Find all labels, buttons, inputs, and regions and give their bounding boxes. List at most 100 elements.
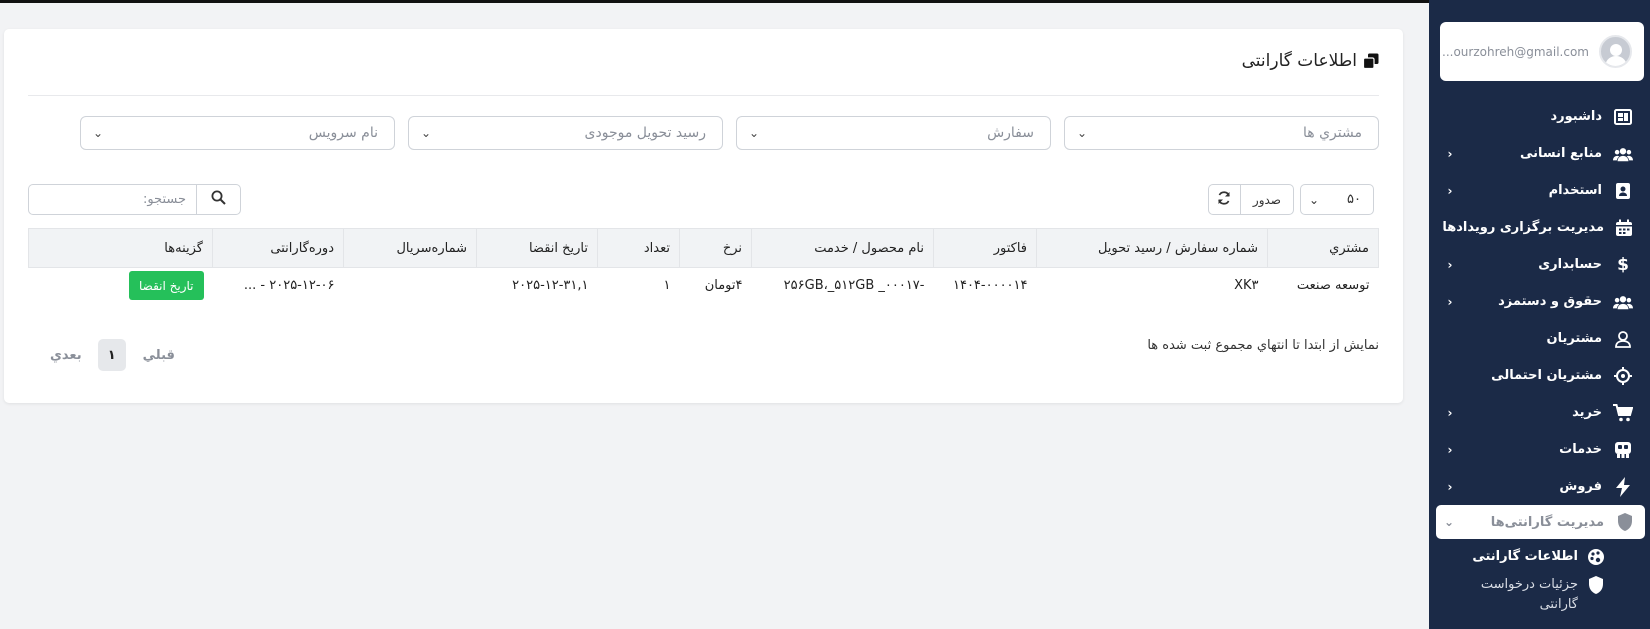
- next-page-link[interactable]: بعدي: [50, 348, 82, 363]
- service-name-filter-placeholder: نام سرويس: [308, 125, 378, 141]
- refresh-icon: [1217, 190, 1231, 209]
- sidebar-item-leads[interactable]: مشتریان احتمالی: [1429, 357, 1650, 394]
- export-button-group: صدور: [1207, 184, 1294, 215]
- previous-page-link[interactable]: قبلي: [143, 348, 175, 363]
- column-header-quantity[interactable]: تعداد: [597, 228, 680, 268]
- sidebar-subitem-warranty-info[interactable]: اطلاعات گارانتی: [1429, 547, 1650, 567]
- column-header-product[interactable]: نام محصول / خدمت: [751, 228, 934, 268]
- column-header-serial[interactable]: شماره‌سریال: [343, 228, 477, 268]
- page-size-value: ۵۰: [1347, 192, 1361, 207]
- chevron-down-icon: ⌄: [749, 126, 760, 140]
- cell-warranty-period: ۲۰۲۵-۱۲-۰۶ - ...: [243, 278, 335, 294]
- table-toolbar: ۵۰ ⌄ صدور: [1207, 184, 1374, 215]
- user-icon: [1613, 329, 1633, 349]
- users-icon: [1613, 292, 1633, 312]
- table-header-row: مشتري شماره سفارش / رسید تحویل فاکتور نا…: [28, 228, 1379, 268]
- customer-filter-select[interactable]: مشتري ها ⌄: [1064, 116, 1379, 150]
- expiry-date-button[interactable]: تاریخ انقضا: [129, 271, 204, 301]
- crosshair-icon: [1613, 366, 1633, 386]
- inventory-receipt-filter-placeholder: رسید تحویل موجودی: [584, 125, 706, 141]
- sidebar-item-sales[interactable]: فروش ‹: [1429, 468, 1650, 505]
- page-size-select[interactable]: ۵۰ ⌄: [1300, 184, 1374, 215]
- cell-order[interactable]: XK۳: [1037, 268, 1268, 304]
- order-filter-select[interactable]: سفارش ⌄: [736, 116, 1051, 150]
- sidebar-item-warranty-management[interactable]: مدیریت گارانتی‌ها ⌄: [1436, 505, 1645, 539]
- dashboard-icon: [1613, 107, 1633, 127]
- column-header-order[interactable]: شماره سفارش / رسید تحویل: [1036, 228, 1268, 268]
- sidebar-item-label: خدمات: [1559, 442, 1602, 457]
- cell-expiry: ۲۰۲۵-۱۲-۳۱,۱: [512, 278, 589, 294]
- sidebar-item-label: مدیریت برگزاری رویدادها: [1442, 220, 1604, 235]
- current-page-button[interactable]: ۱: [97, 339, 126, 371]
- search-input[interactable]: [28, 184, 196, 215]
- sidebar-item-label: مشتریان: [1546, 331, 1602, 346]
- column-header-customer[interactable]: مشتري: [1267, 228, 1379, 268]
- sidebar-nav: داشبورد منابع انسانی ‹ استخدام ‹ مدیریت …: [1429, 98, 1650, 615]
- table-row: توسعه صنعت XK۳ ۱۴۰۴-۰۰۰۰۱۴ -۲۵۶GB،_۵۱۲GB…: [29, 268, 1379, 304]
- chevron-down-icon: ⌄: [421, 126, 432, 140]
- cart-icon: [1613, 403, 1633, 423]
- chevron-down-icon: ⌄: [1077, 126, 1088, 140]
- refresh-button[interactable]: [1207, 184, 1240, 215]
- palette-icon: [1586, 547, 1606, 567]
- customer-filter-placeholder: مشتري ها: [1303, 125, 1362, 141]
- column-header-warranty-period[interactable]: دوره‌گارانتی: [212, 228, 344, 268]
- sidebar-item-recruitment[interactable]: استخدام ‹: [1429, 172, 1650, 209]
- sidebar-item-services[interactable]: خدمات ‹: [1429, 431, 1650, 468]
- column-header-rate[interactable]: نرخ: [679, 228, 752, 268]
- cell-invoice[interactable]: ۱۴۰۴-۰۰۰۰۱۴: [934, 268, 1037, 304]
- sidebar-item-label: حسابداری: [1538, 257, 1602, 272]
- sidebar-item-accounting[interactable]: $ حسابداری ‹: [1429, 246, 1650, 283]
- shield-icon: [1615, 512, 1635, 532]
- export-button[interactable]: صدور: [1239, 184, 1294, 215]
- avatar: [1599, 35, 1632, 68]
- column-header-invoice[interactable]: فاکتور: [933, 228, 1037, 268]
- calendar-icon: [1615, 218, 1633, 238]
- shield-icon: [1586, 575, 1606, 595]
- search-button[interactable]: [196, 184, 241, 215]
- sidebar-item-purchase[interactable]: خرید ‹: [1429, 394, 1650, 431]
- warranty-table: مشتري شماره سفارش / رسید تحویل فاکتور نا…: [28, 228, 1379, 304]
- chevron-left-icon: ‹: [1447, 294, 1453, 309]
- service-name-filter-select[interactable]: نام سرويس ⌄: [80, 116, 395, 150]
- column-header-expiry[interactable]: تاریخ انقضا: [476, 228, 598, 268]
- sidebar-item-label: مشتریان احتمالی: [1491, 368, 1602, 383]
- sidebar-item-dashboard[interactable]: داشبورد: [1429, 98, 1650, 135]
- inventory-receipt-filter-select[interactable]: رسید تحویل موجودی ⌄: [408, 116, 723, 150]
- chevron-left-icon: ‹: [1447, 479, 1453, 494]
- search-bar: [28, 184, 241, 215]
- sidebar-item-label: خرید: [1572, 405, 1602, 420]
- sidebar-item-label: استخدام: [1548, 183, 1602, 198]
- search-icon: [211, 190, 226, 209]
- cell-customer: توسعه صنعت: [1296, 278, 1370, 294]
- sidebar-item-payroll[interactable]: حقوق و دستمزد ‹: [1429, 283, 1650, 320]
- sidebar-subitem-label: جزئیات درخواست گارانتی: [1480, 577, 1578, 612]
- copy-icon: [1363, 53, 1379, 69]
- chevron-down-icon: ⌄: [93, 126, 104, 140]
- users-icon: [1613, 144, 1633, 164]
- sidebar-item-label: فروش: [1559, 479, 1602, 494]
- chevron-left-icon: ‹: [1447, 183, 1453, 198]
- sidebar-item-label: داشبورد: [1550, 109, 1602, 124]
- user-email: ...ourzohreh@gmail.com: [1442, 44, 1589, 59]
- sidebar-subitem-warranty-request[interactable]: جزئیات درخواست گارانتی: [1429, 575, 1650, 615]
- filter-bar: مشتري ها ⌄ سفارش ⌄ رسید تحویل موجودی ⌄ ن…: [28, 116, 1379, 150]
- sidebar-subitem-label: اطلاعات گارانتی: [1472, 549, 1578, 564]
- cell-product: -۲۵۶GB،_۵۱۲GB _۰۰۰۱۷: [783, 278, 925, 294]
- sidebar: ...ourzohreh@gmail.com داشبورد منابع انس…: [1429, 0, 1650, 629]
- bolt-icon: [1613, 476, 1633, 497]
- divider: [28, 95, 1379, 96]
- cell-options: تاریخ انقضا: [29, 268, 213, 304]
- warranty-info-card: اطلاعات گارانتی مشتري ها ⌄ سفارش ⌄ رسید …: [4, 29, 1403, 403]
- page-title: اطلاعات گارانتی: [1242, 51, 1379, 71]
- pagination: بعدي ۱ قبلي: [50, 339, 175, 371]
- sidebar-item-events[interactable]: مدیریت برگزاری رویدادها: [1429, 209, 1650, 246]
- user-card[interactable]: ...ourzohreh@gmail.com: [1440, 22, 1644, 81]
- chevron-left-icon: ‹: [1447, 146, 1453, 161]
- column-header-options[interactable]: گزینه‌ها: [28, 228, 213, 268]
- cell-serial: [344, 268, 477, 304]
- sidebar-item-customers[interactable]: مشتریان: [1429, 320, 1650, 357]
- services-icon: [1613, 440, 1633, 460]
- sidebar-item-hr[interactable]: منابع انسانی ‹: [1429, 135, 1650, 172]
- sidebar-item-label: مدیریت گارانتی‌ها: [1490, 514, 1604, 530]
